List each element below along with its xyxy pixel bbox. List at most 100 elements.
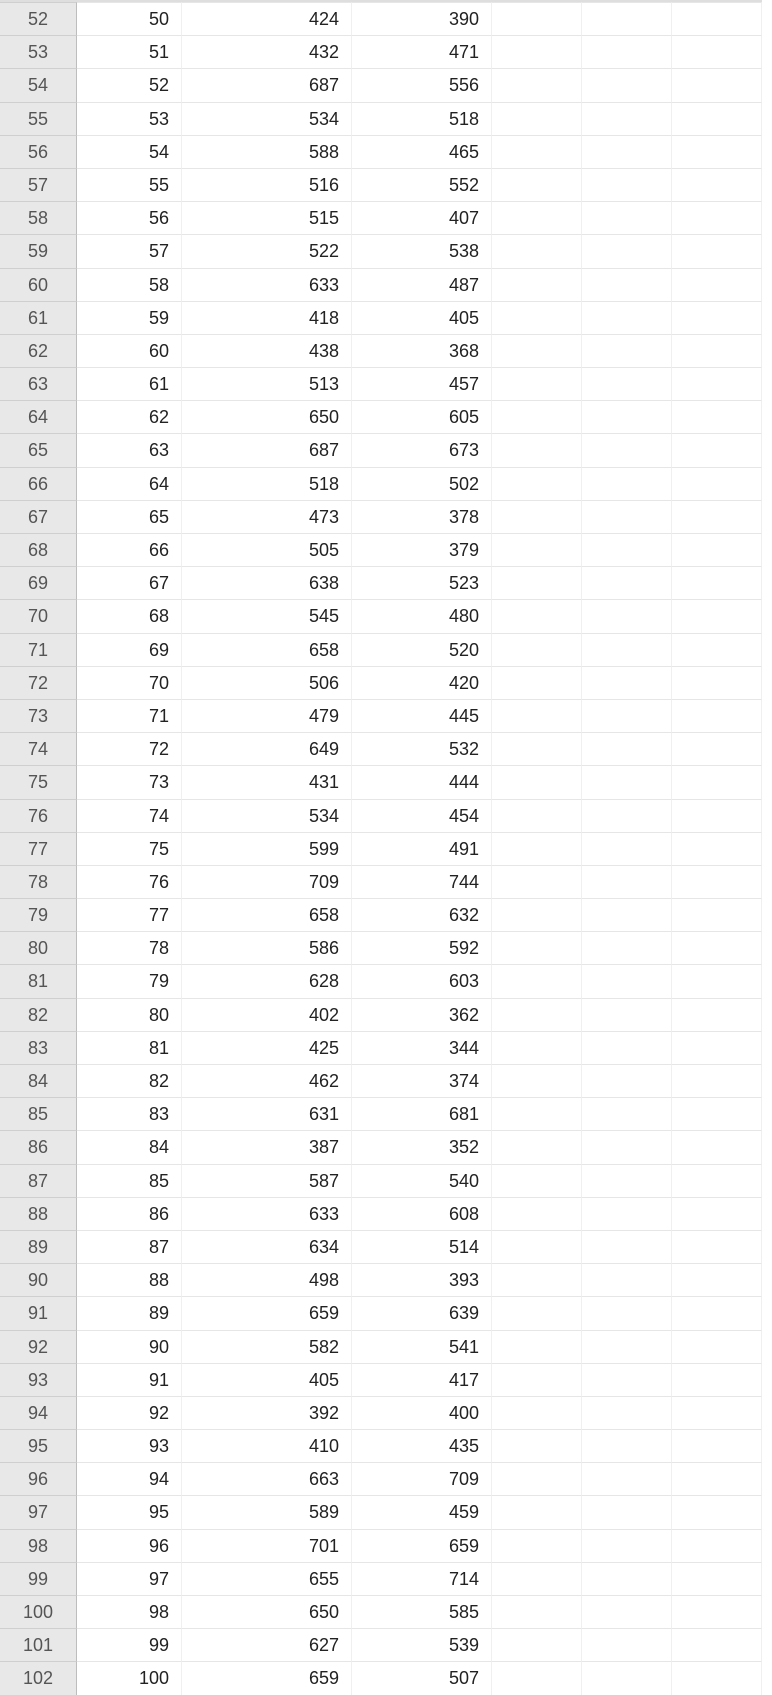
row-header[interactable]: 98 <box>0 1529 77 1562</box>
cell-empty[interactable] <box>672 964 762 997</box>
cell-b[interactable]: 627 <box>182 1628 352 1661</box>
cell-empty[interactable] <box>492 998 582 1031</box>
cell-a[interactable]: 82 <box>77 1064 182 1097</box>
cell-c[interactable]: 465 <box>352 135 492 168</box>
cell-empty[interactable] <box>492 1562 582 1595</box>
row-header[interactable]: 75 <box>0 765 77 798</box>
cell-empty[interactable] <box>582 931 672 964</box>
cell-a[interactable]: 55 <box>77 168 182 201</box>
cell-a[interactable]: 61 <box>77 367 182 400</box>
cell-c[interactable]: 520 <box>352 633 492 666</box>
cell-empty[interactable] <box>582 1164 672 1197</box>
row-header[interactable]: 54 <box>0 68 77 101</box>
cell-empty[interactable] <box>672 1164 762 1197</box>
cell-empty[interactable] <box>582 1661 672 1694</box>
row-header[interactable]: 67 <box>0 500 77 533</box>
cell-empty[interactable] <box>582 1296 672 1329</box>
cell-c[interactable]: 541 <box>352 1330 492 1363</box>
cell-empty[interactable] <box>492 633 582 666</box>
cell-b[interactable]: 638 <box>182 566 352 599</box>
cell-empty[interactable] <box>672 1330 762 1363</box>
cell-empty[interactable] <box>672 799 762 832</box>
row-header[interactable]: 76 <box>0 799 77 832</box>
cell-a[interactable]: 79 <box>77 964 182 997</box>
cell-empty[interactable] <box>582 301 672 334</box>
cell-c[interactable]: 552 <box>352 168 492 201</box>
row-header[interactable]: 77 <box>0 832 77 865</box>
cell-a[interactable]: 91 <box>77 1363 182 1396</box>
cell-b[interactable]: 462 <box>182 1064 352 1097</box>
row-header[interactable]: 72 <box>0 666 77 699</box>
row-header[interactable]: 69 <box>0 566 77 599</box>
row-header[interactable]: 78 <box>0 865 77 898</box>
cell-c[interactable]: 444 <box>352 765 492 798</box>
cell-a[interactable]: 87 <box>77 1230 182 1263</box>
cell-b[interactable]: 709 <box>182 865 352 898</box>
cell-empty[interactable] <box>672 1661 762 1694</box>
cell-empty[interactable] <box>492 1296 582 1329</box>
cell-empty[interactable] <box>492 1064 582 1097</box>
cell-empty[interactable] <box>492 1031 582 1064</box>
cell-empty[interactable] <box>672 765 762 798</box>
cell-c[interactable]: 400 <box>352 1396 492 1429</box>
cell-c[interactable]: 445 <box>352 699 492 732</box>
row-header[interactable]: 102 <box>0 1661 77 1694</box>
cell-b[interactable]: 650 <box>182 400 352 433</box>
cell-empty[interactable] <box>672 1495 762 1528</box>
row-header[interactable]: 61 <box>0 301 77 334</box>
cell-c[interactable]: 379 <box>352 533 492 566</box>
cell-empty[interactable] <box>492 732 582 765</box>
cell-empty[interactable] <box>672 533 762 566</box>
cell-empty[interactable] <box>582 832 672 865</box>
row-header[interactable]: 62 <box>0 334 77 367</box>
cell-b[interactable]: 655 <box>182 1562 352 1595</box>
row-header[interactable]: 89 <box>0 1230 77 1263</box>
cell-empty[interactable] <box>672 135 762 168</box>
cell-empty[interactable] <box>492 268 582 301</box>
cell-empty[interactable] <box>672 699 762 732</box>
cell-empty[interactable] <box>672 334 762 367</box>
cell-c[interactable]: 454 <box>352 799 492 832</box>
cell-empty[interactable] <box>582 1363 672 1396</box>
cell-c[interactable]: 420 <box>352 666 492 699</box>
cell-empty[interactable] <box>492 1396 582 1429</box>
cell-b[interactable]: 649 <box>182 732 352 765</box>
cell-empty[interactable] <box>492 1330 582 1363</box>
row-header[interactable]: 96 <box>0 1462 77 1495</box>
cell-b[interactable]: 628 <box>182 964 352 997</box>
cell-b[interactable]: 650 <box>182 1595 352 1628</box>
cell-empty[interactable] <box>672 1429 762 1462</box>
cell-empty[interactable] <box>672 168 762 201</box>
row-header[interactable]: 86 <box>0 1130 77 1163</box>
cell-empty[interactable] <box>582 1628 672 1661</box>
row-header[interactable]: 95 <box>0 1429 77 1462</box>
cell-empty[interactable] <box>672 1562 762 1595</box>
cell-a[interactable]: 80 <box>77 998 182 1031</box>
cell-empty[interactable] <box>672 865 762 898</box>
cell-empty[interactable] <box>582 898 672 931</box>
cell-c[interactable]: 471 <box>352 35 492 68</box>
cell-empty[interactable] <box>582 566 672 599</box>
cell-empty[interactable] <box>582 68 672 101</box>
cell-empty[interactable] <box>672 566 762 599</box>
cell-empty[interactable] <box>672 102 762 135</box>
row-header[interactable]: 97 <box>0 1495 77 1528</box>
cell-a[interactable]: 76 <box>77 865 182 898</box>
row-header[interactable]: 82 <box>0 998 77 1031</box>
cell-empty[interactable] <box>582 633 672 666</box>
cell-b[interactable]: 687 <box>182 68 352 101</box>
cell-empty[interactable] <box>672 931 762 964</box>
cell-b[interactable]: 473 <box>182 500 352 533</box>
cell-b[interactable]: 633 <box>182 1197 352 1230</box>
row-header[interactable]: 91 <box>0 1296 77 1329</box>
cell-c[interactable]: 673 <box>352 433 492 466</box>
row-header[interactable]: 92 <box>0 1330 77 1363</box>
cell-empty[interactable] <box>582 135 672 168</box>
cell-b[interactable]: 633 <box>182 268 352 301</box>
cell-empty[interactable] <box>582 599 672 632</box>
cell-c[interactable]: 608 <box>352 1197 492 1230</box>
cell-empty[interactable] <box>492 400 582 433</box>
cell-c[interactable]: 539 <box>352 1628 492 1661</box>
cell-c[interactable]: 681 <box>352 1097 492 1130</box>
cell-empty[interactable] <box>492 367 582 400</box>
